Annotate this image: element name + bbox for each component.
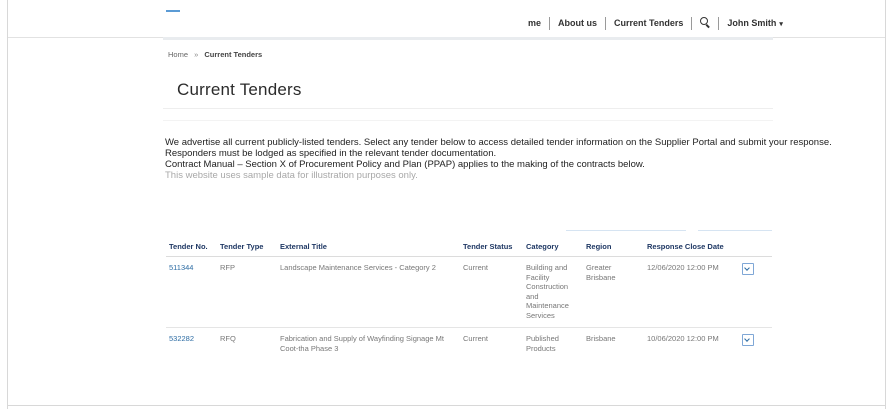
- nav-current-tenders-link[interactable]: Current Tenders: [606, 18, 691, 28]
- category-cell: Published Products: [526, 334, 559, 353]
- top-navigation: me About us Current Tenders John Smith ▾: [520, 15, 791, 31]
- tender-number-link[interactable]: 532282: [166, 328, 217, 361]
- tender-type-cell: RFQ: [220, 334, 236, 343]
- table-row: 511344 RFP Landscape Maintenance Service…: [166, 256, 772, 328]
- chevron-down-icon[interactable]: [742, 334, 754, 346]
- response-close-date-cell: 12/06/2020 12:00 PM: [644, 256, 739, 328]
- breadcrumb-current: Current Tenders: [204, 50, 263, 59]
- viewport-left-border: [7, 0, 8, 409]
- search-icon: [700, 17, 710, 27]
- tender-status-cell: Current: [463, 334, 489, 343]
- chevron-down-icon: ▾: [779, 21, 783, 28]
- category-cell: Building and Facility Construction and M…: [523, 256, 583, 328]
- intro-paragraph: Responders must be lodged as specified i…: [165, 148, 497, 159]
- column-header-tender-status[interactable]: Tender Status: [460, 238, 523, 257]
- browser-viewport: me About us Current Tenders John Smith ▾ …: [0, 0, 890, 409]
- nav-home-link[interactable]: me: [520, 18, 549, 28]
- region-cell: Greater Brisbane: [583, 256, 644, 328]
- breadcrumb-home-link[interactable]: Home: [168, 50, 188, 59]
- user-name: John Smith: [727, 18, 777, 28]
- response-close-date-cell: 10/06/2020 12:00 PM: [647, 334, 719, 343]
- breadcrumb-separator: »: [194, 50, 199, 59]
- search-button[interactable]: [692, 17, 718, 29]
- intro-text: We advertise all current publicly-listed…: [165, 137, 865, 181]
- header-underline: [163, 37, 773, 40]
- chevron-down-icon[interactable]: [742, 263, 754, 275]
- user-menu[interactable]: John Smith ▾: [719, 18, 791, 28]
- row-actions-cell: [739, 256, 772, 328]
- sample-data-notice: This website uses sample data for illust…: [165, 170, 418, 181]
- column-header-tender-no[interactable]: Tender No.: [166, 238, 217, 257]
- title-divider: [163, 120, 773, 121]
- tender-number-link[interactable]: 511344: [166, 256, 217, 328]
- table-row: 532282 RFQ Fabrication and Supply of Way…: [166, 328, 772, 361]
- nav-about-link[interactable]: About us: [550, 18, 605, 28]
- viewport-right-border: [885, 0, 886, 409]
- region-cell: Brisbane: [586, 334, 616, 343]
- tenders-table: Tender No. Tender Type External Title Te…: [166, 238, 772, 360]
- viewport-bottom-border: [7, 405, 886, 406]
- column-header-category[interactable]: Category: [523, 238, 583, 257]
- column-header-region[interactable]: Region: [583, 238, 644, 257]
- filter-field[interactable]: [698, 230, 772, 231]
- page-title: Current Tenders: [177, 80, 302, 99]
- column-header-tender-type[interactable]: Tender Type: [217, 238, 277, 257]
- intro-paragraph: Contract Manual – Section X of Procureme…: [165, 159, 645, 170]
- table-header-row: Tender No. Tender Type External Title Te…: [166, 238, 772, 257]
- intro-paragraph: We advertise all current publicly-listed…: [165, 137, 832, 148]
- external-title-cell: Fabrication and Supply of Wayfinding Sig…: [280, 334, 444, 353]
- filter-field[interactable]: [566, 230, 686, 231]
- tender-type-cell: RFP: [217, 256, 277, 328]
- tender-status-cell: Current: [460, 256, 523, 328]
- column-header-response-close-date[interactable]: Response Close Date: [644, 238, 739, 257]
- row-actions-cell: [739, 328, 772, 361]
- title-divider: [163, 108, 773, 109]
- column-header-actions: [739, 238, 772, 257]
- column-header-external-title[interactable]: External Title: [277, 238, 460, 257]
- external-title-cell: Landscape Maintenance Services - Categor…: [277, 256, 460, 328]
- breadcrumb: Home » Current Tenders: [168, 50, 262, 59]
- logo-mark: [166, 10, 180, 12]
